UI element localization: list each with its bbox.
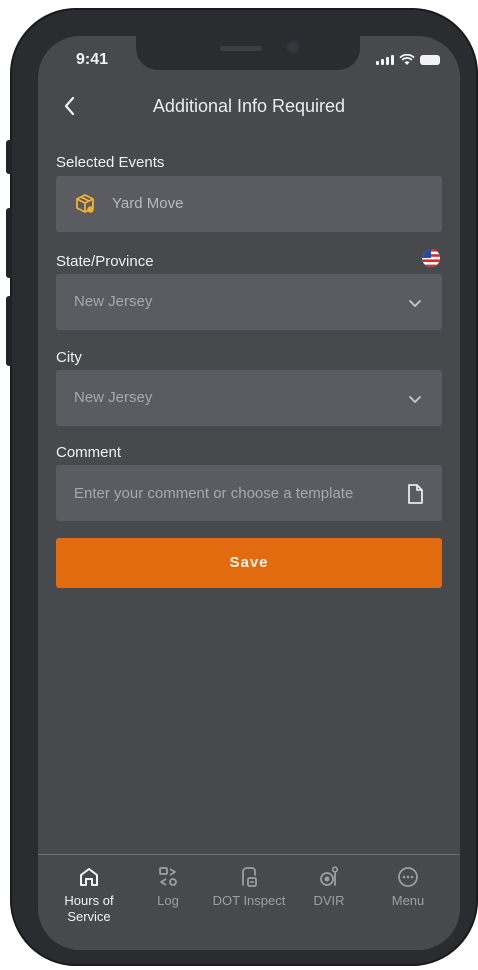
side-button-mute xyxy=(6,140,12,174)
state-province-value: New Jersey xyxy=(74,293,153,310)
chevron-down-icon xyxy=(409,396,421,403)
bottom-tab-bar: Hours of Service Log DOT Inspect DVIR Me… xyxy=(38,854,460,950)
tab-label: DOT Inspect xyxy=(212,893,286,908)
page-title: Additional Info Required xyxy=(152,96,346,116)
tab-dot-inspect[interactable]: DOT Inspect xyxy=(210,865,288,909)
tab-label: Log xyxy=(157,893,179,908)
status-time: 9:41 xyxy=(76,51,109,68)
city-value: New Jersey xyxy=(74,389,153,406)
dot-inspect-icon xyxy=(242,867,257,887)
tab-label: Menu xyxy=(391,893,425,908)
selected-events-label: Selected Events xyxy=(56,154,165,171)
comment-input[interactable]: Enter your comment or choose a template xyxy=(56,465,442,521)
template-icon[interactable] xyxy=(406,483,424,505)
box-icon xyxy=(76,194,94,213)
signal-icon xyxy=(376,55,394,65)
side-button-volume-down xyxy=(6,296,12,366)
wifi-icon xyxy=(399,54,415,65)
state-province-select[interactable]: New Jersey xyxy=(56,274,442,330)
tab-menu[interactable]: Menu xyxy=(369,865,447,909)
save-button[interactable]: Save xyxy=(56,538,442,588)
state-province-label: State/Province xyxy=(56,253,154,270)
app-screen: 9:41 Additional Info Required Selected E… xyxy=(38,36,460,950)
tab-dvir[interactable]: DVIR xyxy=(290,865,368,909)
speaker xyxy=(220,46,262,51)
tab-hours-of-service[interactable]: Hours of Service xyxy=(50,865,128,925)
tab-label: DVIR xyxy=(313,893,345,908)
status-icons xyxy=(376,54,440,66)
selected-event-value: Yard Move xyxy=(112,195,184,212)
comment-placeholder: Enter your comment or choose a template xyxy=(74,485,354,502)
city-select[interactable]: New Jersey xyxy=(56,370,442,426)
side-button-volume-up xyxy=(6,208,12,278)
comment-label: Comment xyxy=(56,444,122,461)
us-flag-icon[interactable] xyxy=(422,249,440,267)
header: Additional Info Required xyxy=(38,88,460,124)
camera xyxy=(286,40,300,54)
selected-event-field: Yard Move xyxy=(56,176,442,232)
notch xyxy=(136,36,360,70)
battery-icon xyxy=(420,55,440,65)
log-icon xyxy=(159,867,177,886)
tab-label: Hours of Service xyxy=(64,893,114,924)
home-icon xyxy=(80,868,98,886)
tab-log[interactable]: Log xyxy=(129,865,207,909)
chevron-down-icon xyxy=(409,300,421,307)
city-label: City xyxy=(56,349,82,366)
menu-icon xyxy=(398,867,418,887)
dvir-icon xyxy=(320,866,339,886)
